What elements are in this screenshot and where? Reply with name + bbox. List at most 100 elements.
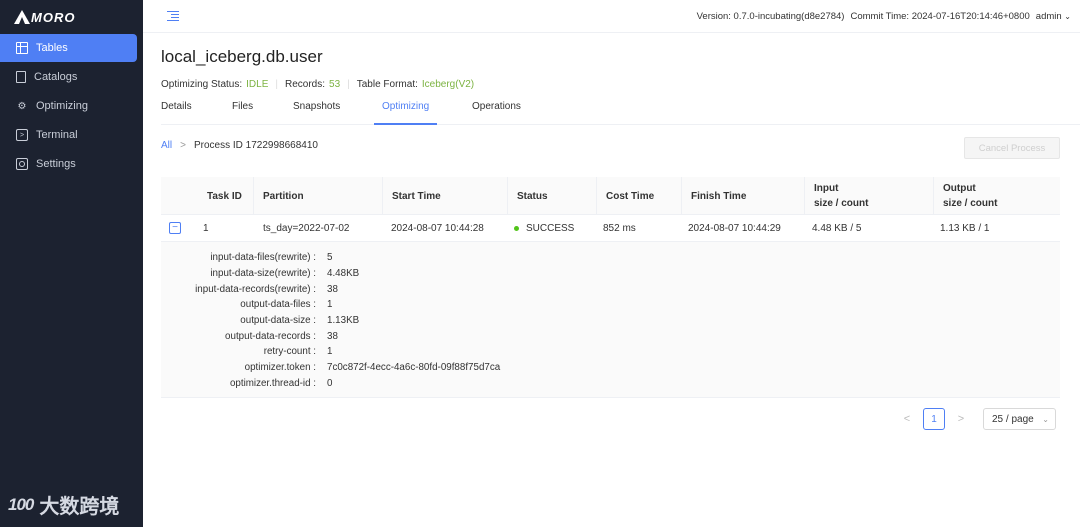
gear-icon: ⚙ — [17, 100, 27, 112]
watermark-logo: 100 — [8, 494, 34, 514]
cell-partition: ts_day=2022-07-02 — [263, 223, 350, 234]
table-meta: Optimizing Status: IDLE | Records: 53 | … — [161, 79, 474, 90]
chevron-down-icon: ⌄ — [1042, 414, 1049, 424]
col-cost-time: Cost Time — [596, 177, 654, 215]
status-text: SUCCESS — [526, 223, 575, 234]
prev-page-button[interactable]: < — [895, 408, 919, 430]
records-label: Records: — [285, 79, 326, 90]
format-label: Table Format: — [356, 79, 418, 90]
detail-value: 7c0c872f-4ecc-4a6c-80fd-09f88f75d7ca — [327, 362, 501, 374]
tab-snapshots[interactable]: Snapshots — [293, 101, 340, 125]
detail-row: retry-count : 1 — [161, 344, 1060, 360]
user-name: admin — [1035, 11, 1062, 22]
detail-key: optimizer.token : — [244, 362, 316, 374]
tasks-table: Task ID Partition Start Time Status Cost… — [161, 177, 1060, 399]
cell-task-id: 1 — [203, 223, 209, 234]
top-header: Version: 0.7.0-incubating(d8e2784) Commi… — [143, 0, 1080, 33]
page-size-select[interactable]: 25 / page ⌄ — [983, 408, 1056, 430]
detail-value: 0 — [327, 377, 333, 389]
detail-key: input-data-files(rewrite) : — [210, 252, 316, 264]
header-info: Version: 0.7.0-incubating(d8e2784) Commi… — [697, 11, 1071, 22]
commit-time-text: Commit Time: 2024-07-16T20:14:46+0800 — [850, 11, 1030, 22]
col-start-time: Start Time — [382, 177, 441, 215]
cell-start-time: 2024-08-07 10:44:28 — [391, 223, 484, 234]
detail-row: input-data-records(rewrite) : 38 — [161, 281, 1060, 297]
sidebar-item-settings[interactable]: Settings — [0, 150, 137, 178]
sidebar-item-tables[interactable]: Tables — [0, 34, 137, 62]
sidebar-item-label: Tables — [36, 42, 68, 54]
cell-input: 4.48 KB / 5 — [812, 223, 862, 234]
col-output-sub: size / count — [943, 198, 998, 209]
detail-value: 1 — [327, 346, 333, 358]
terminal-icon: > — [16, 129, 28, 141]
table-header: Task ID Partition Start Time Status Cost… — [161, 177, 1060, 215]
tab-operations[interactable]: Operations — [472, 101, 521, 125]
records-value: 53 — [329, 79, 341, 90]
page-title: local_iceberg.db.user — [161, 47, 323, 66]
divider: | — [275, 79, 278, 90]
collapse-row-icon[interactable]: − — [169, 222, 181, 234]
status-value: IDLE — [246, 79, 269, 90]
breadcrumb-current: Process ID 1722998668410 — [193, 140, 318, 151]
divider: | — [347, 79, 350, 90]
sidebar-item-label: Terminal — [36, 129, 78, 141]
user-menu[interactable]: admin ⌄ — [1036, 11, 1071, 22]
chevron-down-icon: ⌄ — [1064, 12, 1071, 21]
format-value: Iceberg(V2) — [421, 79, 475, 90]
sidebar-item-optimizing[interactable]: ⚙ Optimizing — [0, 92, 137, 120]
detail-value: 1 — [327, 299, 333, 311]
cell-output: 1.13 KB / 1 — [940, 223, 990, 234]
col-input-title: Input — [814, 183, 839, 194]
next-page-button[interactable]: > — [949, 408, 973, 430]
detail-key: input-data-records(rewrite) : — [195, 283, 316, 295]
logo[interactable]: MORO — [0, 0, 143, 34]
watermark-text: 大数跨境 — [39, 496, 120, 518]
detail-row: input-data-files(rewrite) : 5 — [161, 250, 1060, 266]
cancel-process-button[interactable]: Cancel Process — [964, 137, 1060, 159]
col-output: Output size / count — [933, 177, 997, 215]
detail-row: optimizer.thread-id : 0 — [161, 376, 1060, 392]
sidebar-item-catalogs[interactable]: Catalogs — [0, 63, 137, 91]
detail-key: retry-count : — [263, 346, 316, 358]
book-icon — [16, 71, 26, 83]
cell-finish-time: 2024-08-07 10:44:29 — [688, 223, 781, 234]
detail-row: optimizer.token : 7c0c872f-4ecc-4a6c-80fd… — [161, 360, 1060, 376]
page-size-value: 25 / page — [992, 413, 1034, 425]
detail-key: input-data-size(rewrite) : — [210, 268, 316, 280]
page-1-button[interactable]: 1 — [923, 408, 945, 430]
status-label: Optimizing Status: — [161, 79, 243, 90]
col-input: Input size / count — [804, 177, 868, 215]
sidebar-item-label: Settings — [36, 158, 76, 170]
logo-text: MORO — [31, 9, 76, 25]
sidebar-item-label: Catalogs — [34, 71, 78, 83]
table-row[interactable]: − 1 ts_day=2022-07-02 2024-08-07 10:44:2… — [161, 215, 1060, 242]
sidebar-item-terminal[interactable]: > Terminal — [0, 121, 137, 149]
row-expanded-details: input-data-files(rewrite) : 5 input-data-… — [161, 242, 1060, 399]
detail-value: 38 — [327, 283, 338, 295]
col-status: Status — [507, 177, 548, 215]
col-output-title: Output — [943, 183, 976, 194]
cell-cost-time: 852 ms — [603, 223, 636, 234]
col-task-id: Task ID — [207, 190, 242, 202]
detail-key: output-data-records : — [225, 330, 316, 342]
col-partition: Partition — [253, 177, 304, 215]
detail-value: 38 — [327, 330, 338, 342]
detail-key: output-data-files : — [240, 299, 316, 311]
tab-optimizing[interactable]: Optimizing — [374, 101, 438, 125]
cell-status: SUCCESS — [504, 215, 574, 242]
table-icon — [16, 42, 28, 54]
tab-files[interactable]: Files — [232, 101, 253, 125]
sidebar: MORO Tables Catalogs ⚙ Optimizing > Term… — [0, 0, 143, 527]
detail-row: output-data-files : 1 — [161, 297, 1060, 313]
tab-details[interactable]: Details — [161, 101, 192, 125]
menu-fold-icon[interactable] — [167, 11, 179, 22]
detail-value: 4.48KB — [327, 268, 360, 280]
breadcrumb-all-link[interactable]: All — [161, 140, 172, 151]
detail-row: output-data-records : 38 — [161, 328, 1060, 344]
detail-value: 5 — [327, 252, 333, 264]
breadcrumb: All > Process ID 1722998668410 — [161, 140, 318, 151]
detail-key: output-data-size : — [240, 315, 316, 327]
breadcrumb-separator: > — [180, 140, 186, 151]
watermark: 100 大数跨境 — [8, 490, 119, 519]
pagination: < 1 > 25 / page ⌄ — [895, 408, 1056, 430]
